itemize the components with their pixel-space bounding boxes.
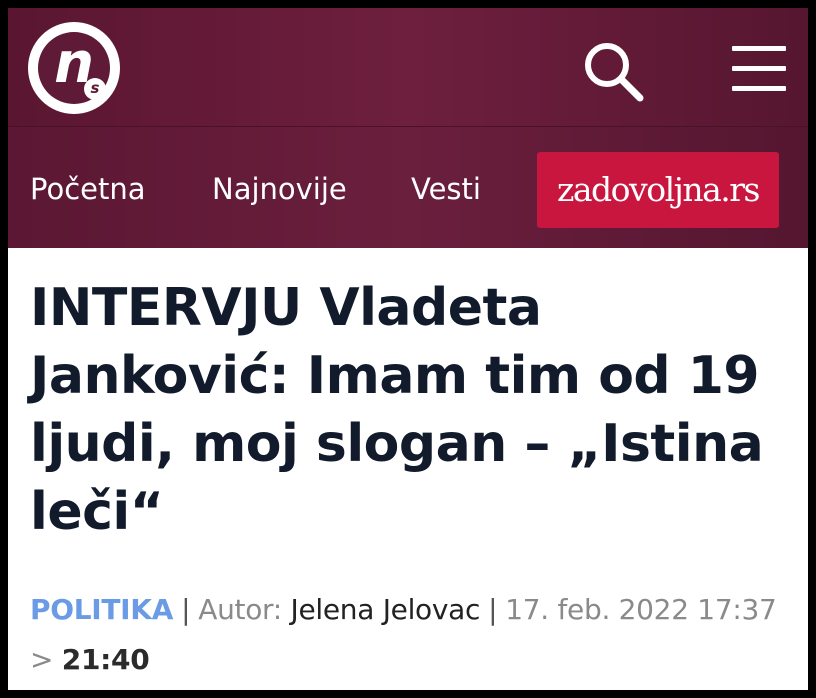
meta-divider: | xyxy=(181,593,191,626)
nav-item-zadovoljna[interactable]: zadovoljna.rs xyxy=(537,152,779,228)
updated-time: 21:40 xyxy=(61,643,150,676)
meta-divider: | xyxy=(488,593,498,626)
updated-arrow: > xyxy=(30,643,54,676)
nav-item-vesti[interactable]: Vesti xyxy=(411,169,481,209)
article-header: INTERVJU Vladeta Janković: Imam tim od 1… xyxy=(8,248,808,690)
nav-item-najnovije[interactable]: Najnovije xyxy=(212,169,347,209)
logo-inner-circle: n s xyxy=(38,32,110,104)
hamburger-menu-icon xyxy=(732,46,786,51)
category-link[interactable]: POLITIKA xyxy=(30,593,173,626)
page-frame: n s Početna Najnovije Vesti zadovoljna.r… xyxy=(8,8,808,690)
main-nav: Početna Najnovije Vesti zadovoljna.rs xyxy=(8,126,808,249)
nav-item-pocetna[interactable]: Početna xyxy=(30,169,146,209)
site-logo[interactable]: n s xyxy=(28,22,120,114)
article-headline: INTERVJU Vladeta Janković: Imam tim od 1… xyxy=(30,278,764,542)
author-prefix: Autor: xyxy=(198,593,282,626)
menu-button[interactable] xyxy=(728,40,788,96)
article-meta: POLITIKA | Autor: Jelena Jelovac | 17. feb. … xyxy=(30,585,790,685)
author-name[interactable]: Jelena Jelovac xyxy=(291,593,481,626)
search-icon xyxy=(585,43,644,102)
hamburger-menu-icon-bar xyxy=(732,86,786,91)
header-top-bar: n s xyxy=(8,8,808,126)
search-button[interactable] xyxy=(580,38,646,104)
published-date: 17. feb. 2022 17:37 xyxy=(505,593,777,626)
hamburger-menu-icon-bar xyxy=(732,66,786,71)
site-header: n s Početna Najnovije Vesti zadovoljna.r… xyxy=(8,8,808,249)
logo-sub-letter: s xyxy=(84,78,106,100)
